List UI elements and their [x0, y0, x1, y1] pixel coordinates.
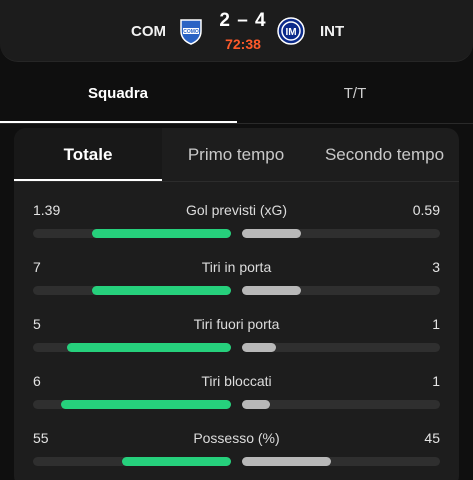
como-crest-icon: COMO [177, 17, 205, 45]
stat-away-value: 0.59 [412, 202, 440, 218]
tab-primo-tempo[interactable]: Primo tempo [162, 128, 310, 182]
stat-row-blocked-shots: 6 Tiri bloccati 1 [14, 373, 459, 413]
stat-label: Tiri in porta [201, 259, 272, 275]
tab-secondo-tempo[interactable]: Secondo tempo [310, 128, 459, 182]
home-bar-track [33, 229, 231, 238]
team-player-tabs: Squadra T/T [0, 62, 473, 124]
period-tabs: Totale Primo tempo Secondo tempo [14, 128, 459, 182]
away-bar-fill [242, 229, 302, 238]
inter-crest-icon: IM [277, 17, 305, 45]
away-bar-fill [242, 286, 302, 295]
home-bar-fill [92, 286, 231, 295]
stat-row-xg: 1.39 Gol previsti (xG) 0.59 [14, 202, 459, 242]
away-bar-fill [242, 457, 332, 466]
stat-row-possession: 55 Possesso (%) 45 [14, 430, 459, 470]
away-bar-track [242, 457, 440, 466]
home-bar-track [33, 400, 231, 409]
stat-label: Possesso (%) [193, 430, 280, 446]
home-bar-track [33, 286, 231, 295]
como-crest-text: COMO [183, 29, 199, 35]
stat-away-value: 1 [432, 316, 440, 332]
match-header[interactable]: COM COMO 2 – 4 72:38 IM INT [0, 0, 473, 62]
tab-t-t[interactable]: T/T [237, 62, 473, 124]
stat-away-value: 1 [432, 373, 440, 389]
away-bar-track [242, 286, 440, 295]
stat-away-value: 3 [432, 259, 440, 275]
tabs-divider [0, 123, 473, 124]
home-bar-fill [92, 229, 231, 238]
stat-home-value: 6 [33, 373, 41, 389]
inter-crest-text: IM [285, 27, 296, 38]
stat-away-value: 45 [424, 430, 440, 446]
stats-card: Totale Primo tempo Secondo tempo 1.39 Go… [14, 128, 459, 480]
away-bar-fill [242, 400, 270, 409]
home-bar-track [33, 457, 231, 466]
stat-row-shots-on-target: 7 Tiri in porta 3 [14, 259, 459, 299]
stat-home-value: 5 [33, 316, 41, 332]
stat-label: Tiri fuori porta [193, 316, 280, 332]
home-bar-track [33, 343, 231, 352]
period-tabs-divider [14, 181, 459, 182]
stat-home-value: 7 [33, 259, 41, 275]
away-team-code: INT [320, 23, 345, 40]
home-bar-fill [60, 400, 231, 409]
stat-row-shots-off-target: 5 Tiri fuori porta 1 [14, 316, 459, 356]
tab-totale[interactable]: Totale [14, 128, 162, 182]
stat-label: Gol previsti (xG) [185, 202, 288, 218]
away-bar-track [242, 229, 440, 238]
away-bar-fill [242, 343, 276, 352]
away-bar-track [242, 343, 440, 352]
tab-squadra[interactable]: Squadra [0, 62, 236, 124]
home-bar-fill [66, 343, 231, 352]
stat-home-value: 55 [33, 430, 49, 446]
home-bar-fill [122, 457, 231, 466]
home-team-code: COM [131, 23, 166, 40]
match-score: 2 – 4 [219, 10, 267, 31]
match-clock: 72:38 [225, 36, 261, 52]
stat-label: Tiri bloccati [201, 373, 272, 389]
away-bar-track [242, 400, 440, 409]
stat-home-value: 1.39 [33, 202, 61, 218]
